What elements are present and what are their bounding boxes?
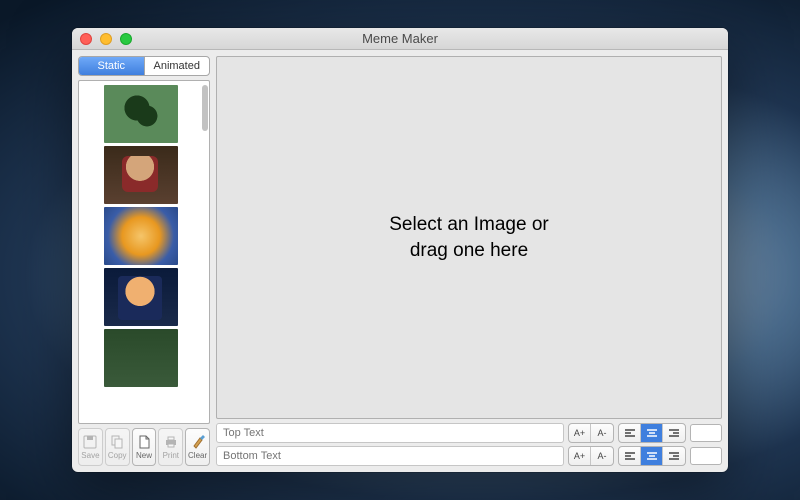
bottom-align <box>618 446 686 466</box>
thumbnail-item[interactable] <box>104 207 178 265</box>
new-label: New <box>136 451 152 460</box>
thumbnail-item[interactable] <box>104 146 178 204</box>
maximize-button[interactable] <box>120 33 132 45</box>
save-icon <box>82 434 98 450</box>
thumbnail-item[interactable] <box>104 329 178 387</box>
save-button[interactable]: Save <box>78 428 103 466</box>
new-icon <box>136 434 152 450</box>
desktop-background: Meme Maker Static Animated <box>0 0 800 500</box>
save-label: Save <box>81 451 99 460</box>
sidebar: Static Animated <box>78 56 210 466</box>
align-left-button[interactable] <box>619 447 641 465</box>
canvas-placeholder: Select an Image or drag one here <box>389 212 548 263</box>
brush-icon <box>190 434 206 450</box>
print-icon <box>163 434 179 450</box>
align-left-icon <box>624 451 636 461</box>
copy-icon <box>109 434 125 450</box>
bottom-color-swatch[interactable] <box>690 447 722 465</box>
font-decrease-button[interactable]: A- <box>591 447 613 465</box>
print-button[interactable]: Print <box>158 428 183 466</box>
thumbnail-list-frame <box>78 80 210 424</box>
text-controls: A+ A- <box>216 423 722 466</box>
scrollbar-thumb[interactable] <box>202 85 208 131</box>
align-center-icon <box>646 428 658 438</box>
top-color-swatch[interactable] <box>690 424 722 442</box>
tab-animated[interactable]: Animated <box>145 57 210 75</box>
align-center-button[interactable] <box>641 424 663 442</box>
top-text-row: A+ A- <box>216 423 722 443</box>
align-right-button[interactable] <box>663 424 685 442</box>
font-decrease-button[interactable]: A- <box>591 424 613 442</box>
thumbnail-item[interactable] <box>104 268 178 326</box>
align-center-button[interactable] <box>641 447 663 465</box>
action-toolbar: Save Copy New Print <box>78 428 210 466</box>
titlebar[interactable]: Meme Maker <box>72 28 728 50</box>
close-button[interactable] <box>80 33 92 45</box>
tab-switcher: Static Animated <box>78 56 210 76</box>
app-window: Meme Maker Static Animated <box>72 28 728 472</box>
align-center-icon <box>646 451 658 461</box>
traffic-lights <box>80 33 132 45</box>
content-area: Static Animated <box>72 50 728 472</box>
thumbnail-list[interactable] <box>79 81 209 423</box>
align-right-icon <box>668 451 680 461</box>
align-left-icon <box>624 428 636 438</box>
canvas-dropzone[interactable]: Select an Image or drag one here <box>216 56 722 419</box>
clear-label: Clear <box>188 451 207 460</box>
top-font-size: A+ A- <box>568 423 614 443</box>
align-right-icon <box>668 428 680 438</box>
print-label: Print <box>163 451 179 460</box>
new-button[interactable]: New <box>132 428 157 466</box>
bottom-text-input[interactable] <box>216 446 564 466</box>
clear-button[interactable]: Clear <box>185 428 210 466</box>
placeholder-line: drag one here <box>389 238 548 264</box>
bottom-text-row: A+ A- <box>216 446 722 466</box>
top-align <box>618 423 686 443</box>
tab-static[interactable]: Static <box>79 57 145 75</box>
font-increase-button[interactable]: A+ <box>569 447 591 465</box>
window-title: Meme Maker <box>72 31 728 46</box>
font-increase-button[interactable]: A+ <box>569 424 591 442</box>
main-row: Static Animated <box>78 56 722 466</box>
copy-label: Copy <box>108 451 127 460</box>
thumbnail-item[interactable] <box>104 85 178 143</box>
minimize-button[interactable] <box>100 33 112 45</box>
top-text-input[interactable] <box>216 423 564 443</box>
align-left-button[interactable] <box>619 424 641 442</box>
bottom-font-size: A+ A- <box>568 446 614 466</box>
editor-column: Select an Image or drag one here A+ A- <box>216 56 722 466</box>
align-right-button[interactable] <box>663 447 685 465</box>
placeholder-line: Select an Image or <box>389 212 548 238</box>
copy-button[interactable]: Copy <box>105 428 130 466</box>
